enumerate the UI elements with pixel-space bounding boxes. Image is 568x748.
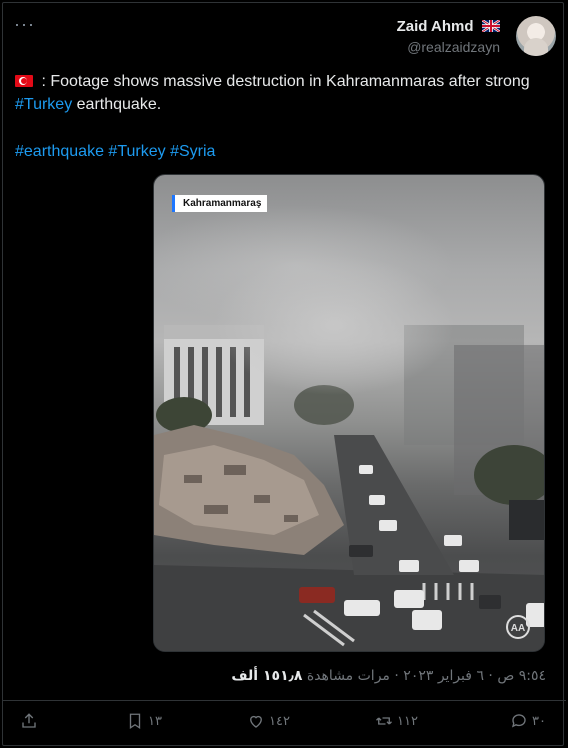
avatar[interactable] [516,16,556,56]
hashtag-link[interactable]: #Turkey [108,143,165,160]
share-button[interactable] [20,712,38,730]
meta-separator: · [483,668,498,684]
reply-button[interactable]: ٣٠ [510,712,546,730]
reply-count: ٣٠ [532,713,546,729]
tweet-meta: ٩:٥٤ ص · ٦ فبراير ٢٠٢٣ · مرات مشاهدة ١٥١… [231,668,546,684]
bookmark-count: ١٣ [148,713,162,729]
author-name[interactable]: Zaid Ahmd [397,18,474,35]
tweet-text-part1: : Footage shows massive destruction in K… [37,73,530,90]
turkey-flag-icon [15,75,33,87]
hashtag-link[interactable]: #earthquake [15,143,104,160]
hashtag-link[interactable]: #Turkey [15,96,72,113]
earthquake-scene-image [154,205,544,651]
tweet-text: : Footage shows massive destruction in K… [15,70,545,116]
anadolu-agency-logo: AA [506,615,530,639]
heart-icon [250,715,262,728]
meta-separator: · [389,668,404,684]
hashtag-link[interactable]: #Syria [170,143,215,160]
retweet-icon [376,717,393,725]
views-count: ١٥١٫٨ ألف [231,668,303,684]
tweet-time[interactable]: ٩:٥٤ ص [497,668,546,684]
like-button[interactable]: ١٤٢ [247,712,290,730]
retweet-count: ١١٢ [397,713,418,729]
reply-icon [512,714,526,728]
author-handle[interactable]: @realzaidzayn [397,39,500,55]
bookmark-button[interactable]: ١٣ [126,712,162,730]
uk-flag-icon [482,20,500,32]
retweet-button[interactable]: ١١٢ [375,712,418,730]
bookmark-icon [129,713,141,730]
share-icon [22,713,36,728]
like-count: ١٤٢ [269,713,290,729]
views-label: مرات مشاهدة [306,668,390,684]
video-media[interactable]: Kahramanmaraş AA [153,174,545,652]
divider [2,700,566,701]
action-bar: ٣٠ ١١٢ ١٤٢ ١٣ [0,712,568,736]
location-label: Kahramanmaraş [172,195,268,212]
hashtag-list: #earthquake #Turkey #Syria [15,140,215,163]
more-options-button[interactable]: ··· [14,14,35,35]
tweet-date[interactable]: ٦ فبراير ٢٠٢٣ [403,668,484,684]
author-block[interactable]: Zaid Ahmd @realzaidzayn [397,18,500,55]
tweet-text-part2: earthquake. [72,96,162,113]
